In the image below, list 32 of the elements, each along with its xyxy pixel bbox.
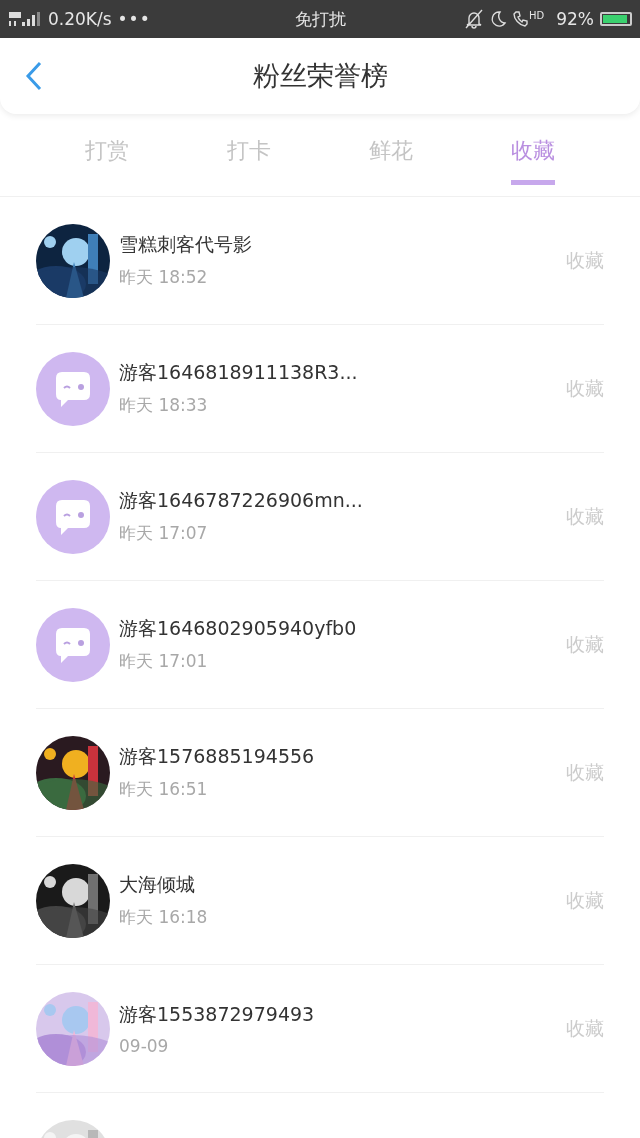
user-name: 游客1576885194556: [119, 744, 316, 769]
timestamp: 昨天 16:51: [119, 778, 209, 801]
network-speed: 0.20K/s: [48, 9, 112, 29]
more-indicator: •••: [117, 9, 151, 29]
user-name: 雪糕刺客代号影: [119, 232, 253, 257]
timestamp: 昨天 16:18: [119, 906, 209, 929]
user-name: 游客1553872979493: [119, 1001, 316, 1027]
tab[interactable]: 打卡: [227, 114, 271, 185]
timestamp: 昨天 17:01: [119, 650, 209, 673]
timestamp: 昨天 18:33: [119, 394, 209, 417]
battery-icon: [600, 12, 632, 26]
tab[interactable]: 打赏: [85, 114, 129, 185]
user-name: 游客1646818911138R3...: [119, 360, 359, 385]
phone-icon: [512, 10, 529, 28]
chat-bubble-avatar-icon: [36, 607, 110, 682]
timestamp: 昨天 18:52: [119, 266, 209, 289]
page-title: 粉丝荣誉榜: [252, 59, 388, 93]
tab[interactable]: 鲜花: [369, 114, 413, 185]
bell-off-icon: [464, 9, 483, 29]
user-name: 游客1646802905940yfb0: [119, 616, 358, 641]
battery-percent: 92%: [556, 9, 594, 29]
back-icon[interactable]: [25, 61, 43, 91]
user-name: 大海倾城: [119, 872, 196, 897]
mode-label: 免打扰: [294, 7, 346, 31]
hd-label: HD: [528, 9, 545, 21]
signal-icon: [8, 10, 42, 28]
chat-bubble-avatar-icon: [36, 351, 110, 426]
tab[interactable]: 收藏: [511, 114, 555, 185]
timestamp: 09-09: [119, 1035, 170, 1056]
timestamp: 昨天 17:07: [119, 522, 209, 545]
user-name: 游客1646787226906mn...: [119, 488, 364, 513]
chat-bubble-avatar-icon: [36, 479, 110, 554]
